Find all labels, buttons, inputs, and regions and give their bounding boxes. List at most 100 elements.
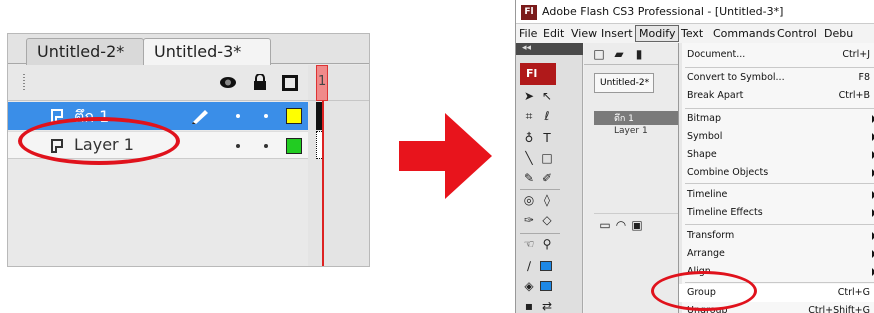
window-title: Adobe Flash CS3 Professional - [Untitled… <box>542 5 784 18</box>
new-file-icon[interactable]: □ <box>592 47 606 61</box>
line-tool-icon[interactable]: ╲ <box>522 151 536 165</box>
open-file-icon[interactable]: ▰ <box>612 47 626 61</box>
panel-collapse-bar[interactable]: ◂◂ <box>516 43 583 55</box>
outline-color-swatch[interactable] <box>286 108 302 124</box>
drag-grip-icon[interactable] <box>22 73 26 91</box>
menu-item-label: Bitmap <box>687 113 721 124</box>
menu-view[interactable]: View <box>571 27 597 40</box>
pencil-icon <box>192 110 208 124</box>
tab-untitled-3[interactable]: Untitled-3* <box>143 38 271 66</box>
menu-control[interactable]: Control <box>777 27 817 40</box>
title-bar: Fl Adobe Flash CS3 Professional - [Untit… <box>516 0 874 24</box>
hand-tool-icon[interactable]: ☜ <box>522 237 536 251</box>
subselection-tool-icon[interactable]: ↖ <box>540 89 554 103</box>
menu-item-shortcut: Ctrl+Shift+G <box>808 305 870 313</box>
zoom-tool-icon[interactable]: ⚲ <box>540 237 554 251</box>
fill-color-swatch[interactable] <box>540 281 552 291</box>
lock-dot[interactable] <box>264 144 268 148</box>
selection-tool-icon[interactable]: ➤ <box>522 89 536 103</box>
paint-bucket-tool-icon[interactable]: ◊ <box>540 193 554 207</box>
free-transform-tool-icon[interactable]: ⌗ <box>522 109 536 123</box>
layer-folder-icon[interactable]: ▣ <box>630 218 644 232</box>
menu-item-label: Shape <box>687 149 717 160</box>
menu-item-document[interactable]: Document... Ctrl+J <box>679 46 874 64</box>
outline-icon[interactable] <box>282 75 298 91</box>
tools-header: Fl <box>520 63 556 85</box>
eyedropper-tool-icon[interactable]: ✑ <box>522 213 536 227</box>
tab-untitled-2[interactable]: Untitled-2* <box>594 73 654 93</box>
menu-item-bitmap[interactable]: Bitmap <box>679 110 874 128</box>
menu-item-shortcut: Ctrl+B <box>838 90 870 101</box>
menu-item-break-apart[interactable]: Break Apart Ctrl+B <box>679 87 874 105</box>
menu-item-combine-objects[interactable]: Combine Objects <box>679 164 874 182</box>
tools-panel: ◂◂ Fl ➤ ↖ ⌗ ℓ ♁ T ╲ □ ✎ ✐ ◎ ◊ ✑ ◇ ☜ ⚲ ∕ … <box>516 43 583 313</box>
menu-separator <box>685 108 874 109</box>
text-tool-icon[interactable]: T <box>540 131 554 145</box>
menu-item-symbol[interactable]: Symbol <box>679 128 874 146</box>
rectangle-tool-icon[interactable]: □ <box>540 151 554 165</box>
menu-item-label: Symbol <box>687 131 723 142</box>
menu-item-label: Convert to Symbol... <box>687 72 785 83</box>
menu-item-shortcut: F8 <box>858 72 870 83</box>
highlight-ellipse <box>651 271 757 311</box>
visibility-dot[interactable] <box>236 144 240 148</box>
menu-item-shape[interactable]: Shape <box>679 146 874 164</box>
timeline-fragment: □ ▰ ▮ Untitled-2* ตึก 1 Layer 1 ▭ ◠ ▣ <box>584 43 678 313</box>
menu-item-label: Document... <box>687 49 746 60</box>
layer-row[interactable]: Layer 1 <box>594 126 678 140</box>
black-white-icon[interactable]: ▪ <box>522 299 536 313</box>
stroke-color-icon[interactable]: ∕ <box>522 259 536 273</box>
stroke-color-swatch[interactable] <box>540 261 552 271</box>
main-toolbar: □ ▰ ▮ <box>584 43 678 65</box>
lock-dot[interactable] <box>264 114 268 118</box>
flash-app-icon: Fl <box>521 5 537 20</box>
menu-separator <box>685 224 874 225</box>
highlight-ellipse <box>18 117 180 165</box>
visibility-dot[interactable] <box>236 114 240 118</box>
menu-item-convert-to-symbol[interactable]: Convert to Symbol... F8 <box>679 69 874 87</box>
menu-item-label: Combine Objects <box>687 167 769 178</box>
document-tab-bar: Untitled-2* Untitled-3* <box>8 34 369 66</box>
fill-color-icon[interactable]: ◈ <box>522 279 536 293</box>
menu-debug[interactable]: Debu <box>824 27 853 40</box>
frame-number: 1 <box>318 74 327 89</box>
insert-layer-icon[interactable]: ▭ <box>598 218 612 232</box>
menu-item-timeline-effects[interactable]: Timeline Effects <box>679 204 874 222</box>
pencil-tool-icon[interactable]: ✎ <box>522 171 536 185</box>
menu-edit[interactable]: Edit <box>543 27 564 40</box>
menu-commands[interactable]: Commands <box>713 27 775 40</box>
motion-guide-icon[interactable]: ◠ <box>614 218 628 232</box>
frame-area[interactable]: 1 5 <box>308 65 369 266</box>
outline-color-swatch[interactable] <box>286 138 302 154</box>
swap-colors-icon[interactable]: ⇄ <box>540 299 554 313</box>
eye-icon[interactable] <box>219 76 237 89</box>
save-file-icon[interactable]: ▮ <box>632 47 646 61</box>
right-arrow-icon <box>399 113 492 199</box>
playhead-line <box>322 101 324 266</box>
menu-file[interactable]: File <box>519 27 537 40</box>
menu-insert[interactable]: Insert <box>601 27 633 40</box>
menu-item-shortcut: Ctrl+G <box>837 287 870 298</box>
ink-bottle-tool-icon[interactable]: ◎ <box>522 193 536 207</box>
brush-tool-icon[interactable]: ✐ <box>540 171 554 185</box>
eraser-tool-icon[interactable]: ◇ <box>540 213 554 227</box>
menu-item-label: Break Apart <box>687 90 744 101</box>
menu-text[interactable]: Text <box>681 27 703 40</box>
flash-window: Fl Adobe Flash CS3 Professional - [Untit… <box>515 0 874 313</box>
menu-item-shortcut: Ctrl+J <box>842 49 870 60</box>
menu-item-label: Transform <box>687 230 735 241</box>
menu-item-transform[interactable]: Transform <box>679 227 874 245</box>
menu-item-timeline[interactable]: Timeline <box>679 186 874 204</box>
lock-icon[interactable] <box>253 74 267 90</box>
layer-row-selected[interactable]: ตึก 1 <box>594 111 678 125</box>
tools-divider <box>520 233 560 234</box>
tab-untitled-2[interactable]: Untitled-2* <box>26 38 144 65</box>
lasso-tool-icon[interactable]: ℓ <box>540 109 554 123</box>
menu-item-label: Timeline Effects <box>687 207 763 218</box>
frame-ruler: 1 5 <box>308 65 369 101</box>
timeline-controls: ▭ ◠ ▣ <box>594 213 678 235</box>
menu-item-arrange[interactable]: Arrange <box>679 245 874 263</box>
pen-tool-icon[interactable]: ♁ <box>522 131 536 145</box>
frame-number: 5 <box>368 74 369 89</box>
menu-modify[interactable]: Modify <box>635 25 680 42</box>
